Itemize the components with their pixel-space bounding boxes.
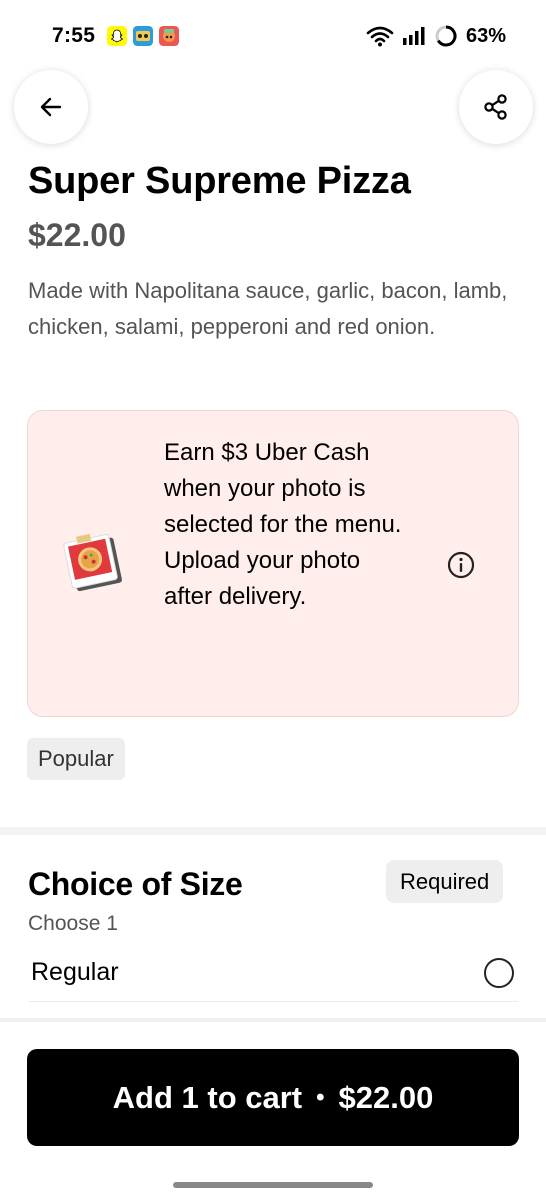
status-left: 7:55 [52, 24, 180, 48]
status-time: 7:55 [52, 24, 96, 47]
item-price: $22.00 [28, 217, 126, 253]
popular-badge: Popular [27, 738, 125, 780]
home-indicator[interactable] [173, 1182, 373, 1188]
required-badge: Required [386, 860, 504, 903]
option-label: Regular [31, 958, 119, 986]
cart-button-label: Add 1 to cart [112, 1079, 303, 1115]
share-icon [484, 94, 507, 120]
snapchat-icon [107, 26, 128, 46]
cart-button-price: $22.00 [338, 1079, 434, 1115]
section-divider [0, 827, 546, 835]
game-app-icon [159, 26, 180, 46]
photo-promo-card: Earn $3 Uber Cash when your photo is sel… [27, 410, 519, 717]
cart-button-separator: • [316, 1083, 325, 1111]
pixel-app-icon [133, 26, 154, 46]
add-to-cart-button[interactable]: Add 1 to cart • $22.00 [27, 1049, 519, 1146]
radio-button[interactable] [484, 957, 514, 988]
status-right: 63% [366, 24, 506, 48]
bottom-bar-divider [0, 1018, 546, 1022]
status-bar: 7:55 63% [0, 0, 546, 72]
info-icon[interactable] [446, 550, 476, 580]
item-description: Made with Napolitana sauce, garlic, baco… [28, 278, 508, 339]
status-app-icons [107, 26, 180, 46]
back-button[interactable] [14, 70, 88, 144]
item-detail-page: 7:55 63% Super Supreme Pizza $22.00 Made… [0, 0, 546, 1200]
wifi-icon [366, 26, 394, 47]
share-button[interactable] [459, 70, 533, 144]
size-section-title: Choice of Size [28, 866, 243, 902]
battery-icon [435, 25, 457, 47]
size-option-regular[interactable]: Regular [28, 944, 518, 1002]
promo-text: Earn $3 Uber Cash when your photo is sel… [164, 439, 402, 610]
arrow-left-icon [40, 97, 62, 117]
item-title: Super Supreme Pizza [28, 160, 411, 202]
size-section-subtitle: Choose 1 [28, 912, 118, 935]
pizza-photo-icon [63, 533, 122, 592]
battery-percentage: 63% [465, 24, 506, 47]
signal-icon [402, 27, 425, 45]
